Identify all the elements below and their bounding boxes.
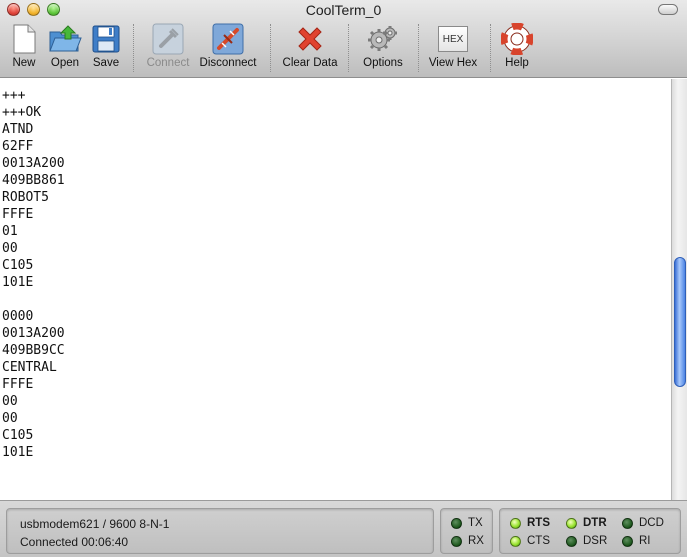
terminal-line: ROBOT5 (2, 190, 49, 205)
terminal-line: FFFE (2, 207, 34, 222)
dtr-label: DTR (583, 517, 607, 529)
dtr-indicator[interactable]: DTR (566, 517, 607, 529)
toolbar-toggle-button[interactable] (658, 4, 678, 15)
help-label: Help (505, 57, 529, 69)
toolbar: New Open Save Connect Disconnect Clear D… (0, 22, 687, 76)
vertical-scrollbar[interactable] (671, 79, 687, 500)
status-bar: usbmodem621 / 9600 8-N-1 Connected 00:06… (0, 500, 687, 557)
rts-indicator[interactable]: RTS (510, 517, 550, 529)
terminal-line: 101E (2, 275, 34, 290)
terminal-line: C105 (2, 258, 34, 273)
terminal-line: 0000 (2, 309, 34, 324)
disconnect-button[interactable]: Disconnect (196, 22, 260, 76)
terminal-line: C105 (2, 428, 34, 443)
tx-indicator: TX (451, 517, 483, 529)
toolbar-separator (270, 24, 271, 72)
scrollbar-thumb[interactable] (674, 257, 686, 387)
view-hex-label: View Hex (428, 57, 478, 69)
terminal-line: 00 (2, 411, 18, 426)
save-label: Save (92, 57, 120, 69)
clear-data-button[interactable]: Clear Data (280, 22, 340, 76)
dsr-label: DSR (583, 535, 608, 547)
txrx-indicator-box: TX RX (440, 508, 493, 554)
folder-open-icon (48, 22, 82, 56)
options-button[interactable]: Options (358, 22, 408, 76)
terminal-line: 101E (2, 445, 34, 460)
gears-icon (366, 22, 400, 56)
save-button[interactable]: Save (90, 22, 122, 76)
disconnect-label: Disconnect (199, 57, 257, 69)
tx-led-icon (451, 517, 462, 529)
terminal-line: 00 (2, 241, 18, 256)
dsr-led-icon (566, 535, 577, 547)
ri-label: RI (639, 535, 651, 547)
terminal-line: ATND (2, 122, 34, 137)
port-settings: usbmodem621 / 9600 8-N-1 (20, 517, 170, 531)
rts-led-icon (510, 517, 521, 529)
hex-icon: HEX (436, 22, 470, 56)
terminal-line: 62FF (2, 139, 34, 154)
terminal-line: +++ (2, 88, 26, 103)
red-x-icon (293, 22, 327, 56)
terminal-line: 01 (2, 224, 18, 239)
new-label: New (12, 57, 36, 69)
terminal-line: +++OK (2, 105, 42, 120)
terminal-output[interactable]: +++ +++OK ATND 62FF 0013A200 409BB861 ROBOT5 FF… (0, 79, 671, 500)
dcd-label: DCD (639, 517, 664, 529)
cts-label: CTS (527, 535, 550, 547)
options-label: Options (363, 57, 403, 69)
rx-label: RX (468, 535, 484, 547)
connection-time: Connected 00:06:40 (20, 535, 129, 549)
rx-led-icon (451, 535, 462, 547)
toolbar-separator (348, 24, 349, 72)
terminal-line: 409BB861 (2, 173, 65, 188)
terminal-line: 0013A200 (2, 156, 65, 171)
line-status-box: RTS CTS DTR DSR DCD RI (499, 508, 681, 554)
help-button[interactable]: Help (500, 22, 534, 76)
hex-icon-text: HEX (438, 26, 468, 52)
plug-connect-icon (151, 22, 185, 56)
connect-button[interactable]: Connect (143, 22, 193, 76)
toolbar-separator (418, 24, 419, 72)
window-chrome: CoolTerm_0 New Open Save Connect Disconn… (0, 0, 687, 78)
terminal-line: FFFE (2, 377, 34, 392)
rts-label: RTS (527, 517, 550, 529)
open-button[interactable]: Open (47, 22, 83, 76)
ri-led-icon (622, 535, 633, 547)
toolbar-separator (133, 24, 134, 72)
terminal-lines: +++ +++OK ATND 62FF 0013A200 409BB861 ROBOT5 FF… (0, 79, 671, 461)
dcd-indicator: DCD (622, 517, 664, 529)
cts-indicator: CTS (510, 535, 550, 547)
cts-led-icon (510, 535, 521, 547)
terminal-line: 409BB9CC (2, 343, 65, 358)
dcd-led-icon (622, 517, 633, 529)
new-button[interactable]: New (6, 22, 42, 76)
terminal-line: CENTRAL (2, 360, 57, 375)
ri-indicator: RI (622, 535, 651, 547)
document-icon (7, 22, 41, 56)
clear-data-label: Clear Data (282, 57, 338, 69)
toolbar-separator (490, 24, 491, 72)
view-hex-button[interactable]: HEX View Hex (426, 22, 480, 76)
dtr-led-icon (566, 517, 577, 529)
terminal-line: 0013A200 (2, 326, 65, 341)
dsr-indicator: DSR (566, 535, 607, 547)
floppy-disk-icon (89, 22, 123, 56)
window-title: CoolTerm_0 (305, 2, 382, 18)
plug-disconnect-icon (211, 22, 245, 56)
connection-status-box: usbmodem621 / 9600 8-N-1 Connected 00:06… (6, 508, 434, 554)
lifebuoy-icon (500, 22, 534, 56)
tx-label: TX (468, 517, 483, 529)
terminal-line: 00 (2, 394, 18, 409)
connect-label: Connect (146, 57, 190, 69)
rx-indicator: RX (451, 535, 484, 547)
open-label: Open (50, 57, 80, 69)
